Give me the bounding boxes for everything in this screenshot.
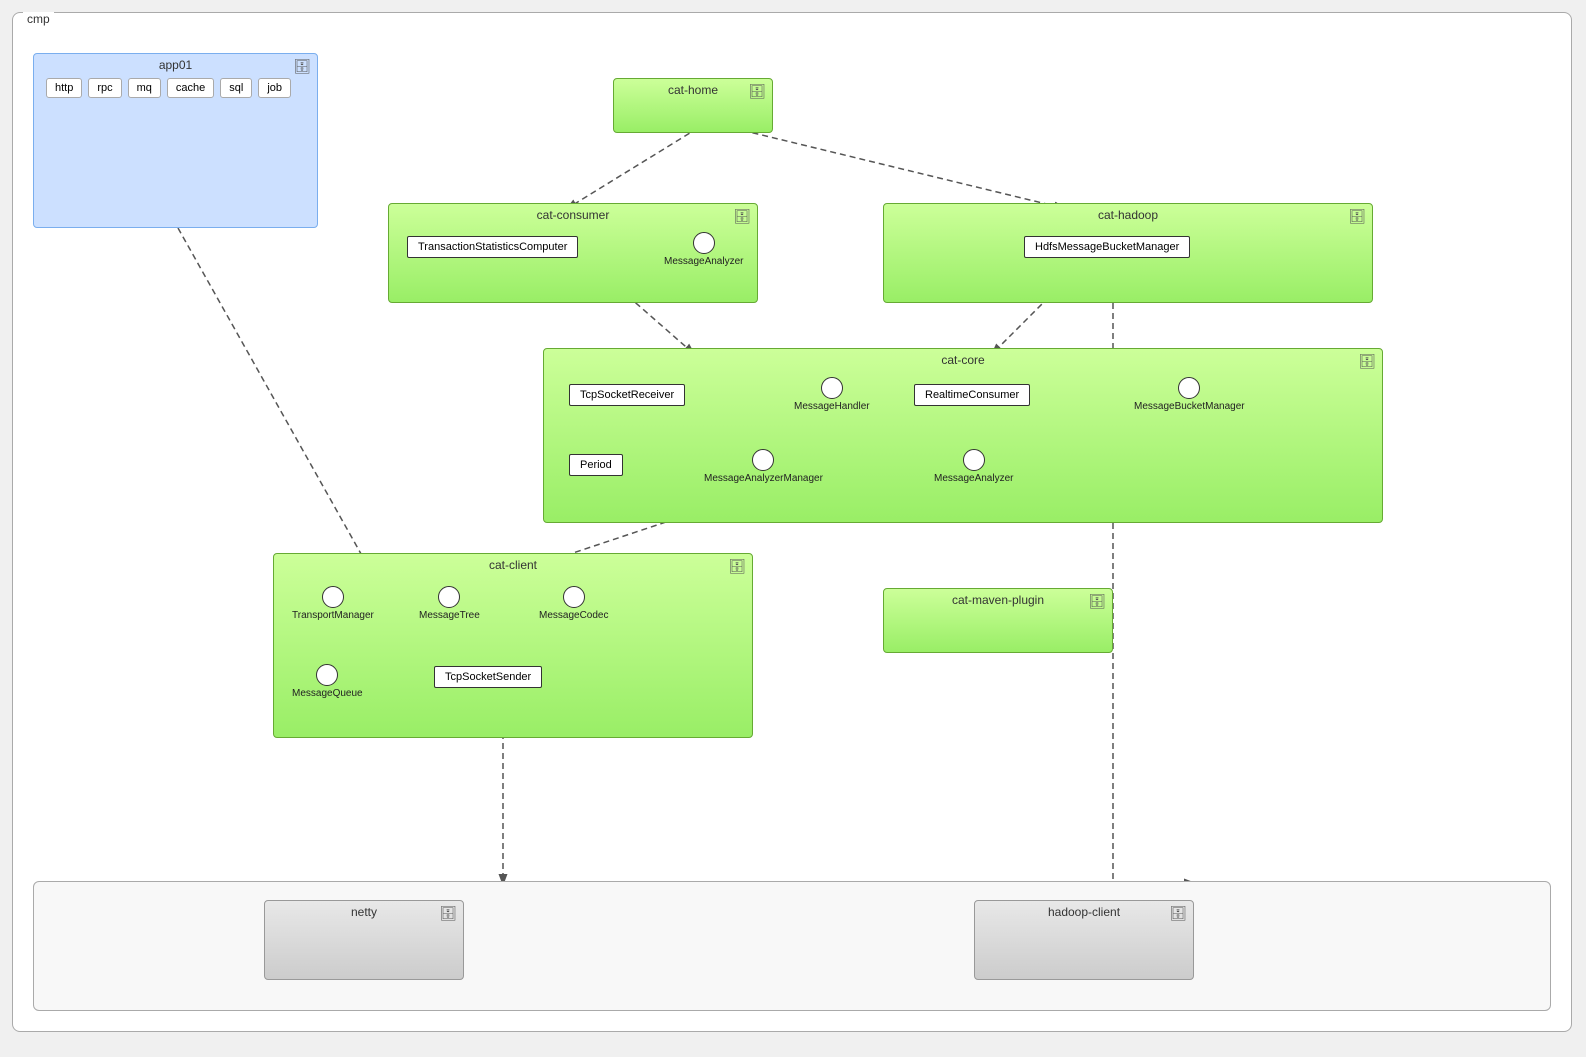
- app01-item-job: job: [258, 78, 291, 98]
- hadoop-client-box: hadoop-client 🗄: [974, 900, 1194, 980]
- app01-item-mq: mq: [128, 78, 161, 98]
- MessageCodec-circle: [563, 586, 585, 608]
- cat-hadoop-box: cat-hadoop 🗄 HdfsMessageBucketManager: [883, 203, 1373, 303]
- MessageAnalyzer-label-core: MessageAnalyzer: [934, 473, 1013, 484]
- outer-bottom-container: netty 🗄 hadoop-client 🗄: [33, 881, 1551, 1011]
- cat-hadoop-icon: 🗄: [1348, 208, 1366, 225]
- cat-client-icon: 🗄: [728, 558, 746, 575]
- Period: Period: [569, 454, 623, 476]
- cmp-label: cmp: [23, 12, 54, 26]
- app01-box: app01 🗄 http rpc mq cache sql job: [33, 53, 318, 228]
- app01-item-http: http: [46, 78, 82, 98]
- cat-core-box: cat-core 🗄 TcpSocketReceiver MessageHand…: [543, 348, 1383, 523]
- MessageHandler-circle: [821, 377, 843, 399]
- MessageAnalyzer-circle-consumer: [693, 232, 715, 254]
- MessageAnalyzer-circle-core: [963, 449, 985, 471]
- TransportManager-circle: [322, 586, 344, 608]
- MessageCodec-label: MessageCodec: [539, 610, 608, 621]
- cat-hadoop-title: cat-hadoop: [884, 204, 1372, 228]
- TransactionStatisticsComputer: TransactionStatisticsComputer: [407, 236, 578, 258]
- cat-core-title: cat-core: [544, 349, 1382, 373]
- cat-maven-plugin-box: cat-maven-plugin 🗄: [883, 588, 1113, 653]
- TcpSocketSender: TcpSocketSender: [434, 666, 542, 688]
- cat-client-title: cat-client: [274, 554, 752, 578]
- app01-item-cache: cache: [167, 78, 214, 98]
- cat-consumer-box: cat-consumer 🗄 TransactionStatisticsComp…: [388, 203, 758, 303]
- MessageQueue-label: MessageQueue: [292, 688, 363, 699]
- netty-title: netty: [265, 901, 463, 925]
- cat-core-icon: 🗄: [1358, 353, 1376, 370]
- netty-icon: 🗄: [439, 905, 457, 922]
- MessageAnalyzerManager-circle: [752, 449, 774, 471]
- cat-maven-plugin-title: cat-maven-plugin: [884, 589, 1112, 613]
- MessageAnalyzerManager-label: MessageAnalyzerManager: [704, 473, 823, 484]
- MessageAnalyzer-label-consumer: MessageAnalyzer: [664, 256, 743, 267]
- cat-home-icon: 🗄: [748, 83, 766, 100]
- MessageTree-circle: [438, 586, 460, 608]
- cat-home-box: cat-home 🗄: [613, 78, 773, 133]
- HdfsMessageBucketManager: HdfsMessageBucketManager: [1024, 236, 1190, 258]
- MessageTree-label: MessageTree: [419, 610, 480, 621]
- cat-maven-plugin-icon: 🗄: [1088, 593, 1106, 610]
- main-canvas: cmp app01 🗄 http rpc: [12, 12, 1572, 1032]
- app01-item-sql: sql: [220, 78, 252, 98]
- app01-items: http rpc mq cache sql job: [34, 78, 317, 98]
- cat-consumer-title: cat-consumer: [389, 204, 757, 228]
- cat-client-box: cat-client 🗄 TransportManager MessageTre…: [273, 553, 753, 738]
- hadoop-client-icon: 🗄: [1169, 905, 1187, 922]
- app01-title: app01: [34, 54, 317, 78]
- app01-icon: 🗄: [293, 58, 311, 75]
- netty-box: netty 🗄: [264, 900, 464, 980]
- MessageHandler-label: MessageHandler: [794, 401, 870, 412]
- RealtimeConsumer: RealtimeConsumer: [914, 384, 1030, 406]
- MessageBucketManager-label: MessageBucketManager: [1134, 401, 1245, 412]
- MessageBucketManager-circle: [1178, 377, 1200, 399]
- hadoop-client-title: hadoop-client: [975, 901, 1193, 925]
- TcpSocketReceiver: TcpSocketReceiver: [569, 384, 685, 406]
- MessageQueue-circle: [316, 664, 338, 686]
- app01-item-rpc: rpc: [88, 78, 121, 98]
- cat-consumer-icon: 🗄: [733, 208, 751, 225]
- TransportManager-label: TransportManager: [292, 610, 374, 621]
